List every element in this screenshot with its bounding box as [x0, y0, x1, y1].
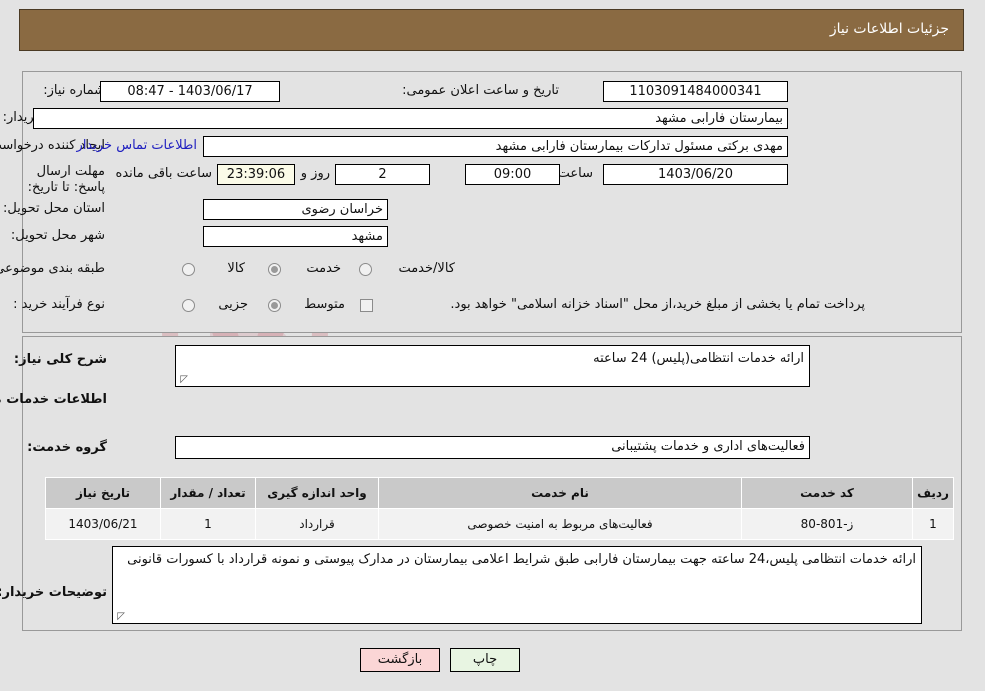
services-section-heading: اطلاعات خدمات مورد نیاز — [0, 392, 107, 407]
process-option-1-label: متوسط — [304, 297, 345, 312]
service-group-label: گروه خدمت: — [27, 440, 107, 455]
process-option-0-label: جزیی — [218, 297, 248, 312]
description-label: شرح کلی نیاز: — [13, 352, 107, 367]
announce-datetime-value: 1403/06/17 - 08:47 — [100, 81, 280, 102]
back-button[interactable]: بازگشت — [360, 648, 440, 672]
need-number-label: شماره نیاز: — [43, 83, 105, 98]
city-label: شهر محل تحویل: — [10, 228, 105, 243]
cell-unit: قرارداد — [255, 508, 379, 540]
buyer-notes-value: ارائه خدمات انتظامی پلیس،24 ساعته جهت بی… — [127, 552, 916, 567]
deadline-label: مهلت ارسال پاسخ: تا تاریخ: — [27, 164, 105, 195]
service-group-value: فعالیت‌های اداری و خدمات پشتیبانی — [175, 436, 810, 459]
page-root: AriaTender.net جزئیات اطلاعات نیاز شماره… — [0, 0, 985, 691]
description-textarea[interactable]: ارائه خدمات انتظامی(پلیس) 24 ساعته ◸ — [175, 345, 810, 387]
buyer-contact-link[interactable]: اطلاعات تماس خریدار — [77, 138, 197, 153]
creator-value: مهدی برکتی مسئول تدارکات بیمارستان فاراب… — [203, 136, 788, 157]
buyer-notes-label: توضیحات خریدار: — [0, 585, 107, 600]
remaining-hours-label: ساعت باقی مانده — [115, 166, 212, 181]
city-value: مشهد — [203, 226, 388, 247]
radio-process-jozi[interactable] — [182, 299, 195, 312]
cell-date: 1403/06/21 — [45, 508, 161, 540]
table-header-name: نام خدمت — [378, 477, 742, 509]
table-header-radif: ردیف — [912, 477, 954, 509]
radio-category-kala-khedmat[interactable] — [359, 263, 372, 276]
page-header: جزئیات اطلاعات نیاز — [19, 9, 964, 51]
category-option-0-label: کالا — [227, 261, 245, 276]
radio-category-khedmat[interactable] — [268, 263, 281, 276]
table-header-row: ردیف کد خدمت نام خدمت واحد اندازه گیری ت… — [45, 477, 954, 509]
process-type-label: نوع فرآیند خرید : — [13, 297, 105, 312]
description-value: ارائه خدمات انتظامی(پلیس) 24 ساعته — [593, 351, 804, 366]
checkbox-islamic-treasury[interactable] — [360, 299, 373, 312]
category-label: طبقه بندی موضوعی: — [0, 261, 105, 276]
cell-name: فعالیت‌های مربوط به امنیت خصوصی — [378, 508, 742, 540]
table-header-qty: تعداد / مقدار — [160, 477, 256, 509]
province-label: استان محل تحویل: — [3, 201, 105, 216]
buyer-notes-textarea[interactable]: ارائه خدمات انتظامی پلیس،24 ساعته جهت بی… — [112, 546, 922, 624]
deadline-hour-label: ساعت — [557, 166, 593, 181]
category-option-2-label: کالا/خدمت — [398, 261, 455, 276]
remaining-days-value: 2 — [335, 164, 430, 185]
resize-grip-icon[interactable]: ◸ — [178, 375, 188, 385]
deadline-hour-value: 09:00 — [465, 164, 560, 185]
province-value: خراسان رضوی — [203, 199, 388, 220]
cell-radif: 1 — [912, 508, 954, 540]
remaining-days-label: روز و — [300, 166, 330, 181]
radio-process-motavasset[interactable] — [268, 299, 281, 312]
buyer-org-value: بیمارستان فارابی مشهد — [33, 108, 788, 129]
resize-grip-icon-notes[interactable]: ◸ — [115, 612, 125, 622]
page-title: جزئیات اطلاعات نیاز — [829, 21, 949, 37]
need-number-value: 1103091484000341 — [603, 81, 788, 102]
countdown-value: 23:39:06 — [217, 164, 295, 185]
table-header-date: تاریخ نیاز — [45, 477, 161, 509]
announce-datetime-label: تاریخ و ساعت اعلان عمومی: — [402, 83, 559, 98]
radio-category-kala[interactable] — [182, 263, 195, 276]
table-header-unit: واحد اندازه گیری — [255, 477, 379, 509]
treasury-checkbox-label: پرداخت تمام یا بخشی از مبلغ خرید،از محل … — [450, 297, 865, 312]
deadline-date-value: 1403/06/20 — [603, 164, 788, 185]
print-button[interactable]: چاپ — [450, 648, 520, 672]
category-option-1-label: خدمت — [306, 261, 341, 276]
cell-qty: 1 — [160, 508, 256, 540]
cell-code: ز-801-80 — [741, 508, 913, 540]
table-header-code: کد خدمت — [741, 477, 913, 509]
table-row: 1 ز-801-80 فعالیت‌های مربوط به امنیت خصو… — [45, 508, 954, 540]
services-table: ردیف کد خدمت نام خدمت واحد اندازه گیری ت… — [45, 477, 954, 540]
